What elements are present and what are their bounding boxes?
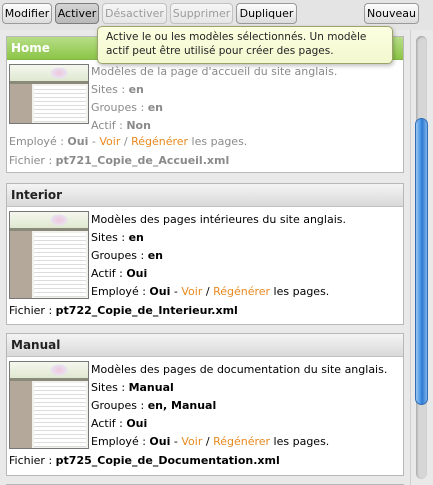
separator: - bbox=[91, 135, 96, 148]
groups-label: Groupes : bbox=[91, 399, 145, 412]
modify-button[interactable]: Modifier bbox=[2, 3, 52, 24]
file-label: Fichier : bbox=[9, 154, 53, 167]
pages-suffix: les pages. bbox=[191, 135, 248, 148]
separator: / bbox=[123, 135, 128, 148]
scrollbar-thumb[interactable] bbox=[415, 118, 428, 405]
template-list[interactable]: Home Modèles de la page d'accueil du sit… bbox=[0, 30, 410, 485]
groups-value: en bbox=[147, 101, 163, 114]
template-description: Modèles de la page d'accueil du site ang… bbox=[91, 65, 338, 78]
separator: / bbox=[205, 285, 210, 298]
duplicate-button[interactable]: Dupliquer bbox=[236, 3, 297, 24]
sites-value: en bbox=[128, 231, 144, 244]
active-value: Oui bbox=[126, 417, 148, 430]
file-value: pt725_Copie_de_Documentation.xml bbox=[55, 454, 280, 467]
view-link[interactable]: Voir bbox=[181, 285, 202, 298]
delete-button[interactable]: Supprimer bbox=[170, 3, 233, 24]
file-line: Fichier : pt722_Copie_de_Interieur.xml bbox=[9, 304, 238, 317]
active-value: Oui bbox=[126, 267, 148, 280]
pages-suffix: les pages. bbox=[273, 435, 330, 448]
template-thumbnail bbox=[9, 211, 89, 299]
separator: / bbox=[205, 435, 210, 448]
vertical-scrollbar[interactable] bbox=[410, 30, 433, 485]
employed-label: Employé : bbox=[91, 285, 146, 298]
sites-label: Sites : bbox=[91, 83, 126, 96]
employed-value: Oui bbox=[149, 285, 171, 298]
file-line: Fichier : pt721_Copie_de_Accueil.xml bbox=[9, 154, 229, 167]
template-title: Manual bbox=[7, 334, 403, 357]
activate-button[interactable]: Activer bbox=[55, 3, 99, 24]
new-button[interactable]: Nouveau bbox=[364, 3, 419, 24]
separator: - bbox=[173, 435, 178, 448]
template-card-manual[interactable]: Manual Modèles des pages de documentatio… bbox=[6, 333, 404, 476]
active-label: Actif : bbox=[91, 417, 123, 430]
active-label: Actif : bbox=[91, 267, 123, 280]
view-link[interactable]: Voir bbox=[99, 135, 120, 148]
regenerate-link[interactable]: Régénérer bbox=[213, 435, 270, 448]
template-description: Modèles des pages intérieures du site an… bbox=[91, 213, 346, 226]
employed-line: Employé : Oui - Voir / Régénérer les pag… bbox=[9, 135, 247, 148]
template-details: Modèles des pages de documentation du si… bbox=[91, 361, 387, 451]
regenerate-link[interactable]: Régénérer bbox=[131, 135, 188, 148]
groups-value: en bbox=[147, 249, 163, 262]
template-card-interior[interactable]: Interior Modèles des pages intérieures d… bbox=[6, 183, 404, 325]
sites-value: Manual bbox=[128, 381, 174, 394]
employed-value: Oui bbox=[67, 135, 89, 148]
sites-label: Sites : bbox=[91, 381, 126, 394]
employed-label: Employé : bbox=[9, 135, 64, 148]
groups-label: Groupes : bbox=[91, 101, 145, 114]
file-value: pt722_Copie_de_Interieur.xml bbox=[55, 304, 238, 317]
file-line: Fichier : pt725_Copie_de_Documentation.x… bbox=[9, 454, 280, 467]
sites-value: en bbox=[128, 83, 144, 96]
sites-label: Sites : bbox=[91, 231, 126, 244]
employed-value: Oui bbox=[149, 435, 171, 448]
regenerate-link[interactable]: Régénérer bbox=[213, 285, 270, 298]
file-label: Fichier : bbox=[9, 304, 53, 317]
template-thumbnail bbox=[9, 64, 89, 124]
template-thumbnail bbox=[9, 361, 89, 449]
activate-tooltip: Active le ou les modèles sélectionnés. U… bbox=[97, 26, 393, 64]
separator: - bbox=[173, 285, 178, 298]
groups-label: Groupes : bbox=[91, 249, 145, 262]
file-value: pt721_Copie_de_Accueil.xml bbox=[55, 154, 230, 167]
template-details: Modèles des pages intérieures du site an… bbox=[91, 211, 346, 301]
file-label: Fichier : bbox=[9, 454, 53, 467]
view-link[interactable]: Voir bbox=[181, 435, 202, 448]
active-label: Actif : bbox=[91, 119, 123, 132]
employed-label: Employé : bbox=[91, 435, 146, 448]
deactivate-button[interactable]: Désactiver bbox=[102, 3, 167, 24]
template-description: Modèles des pages de documentation du si… bbox=[91, 363, 388, 376]
active-value: Non bbox=[126, 119, 151, 132]
template-details: Modèles de la page d'accueil du site ang… bbox=[91, 63, 337, 135]
pages-suffix: les pages. bbox=[273, 285, 330, 298]
groups-value: en, Manual bbox=[147, 399, 217, 412]
template-title: Interior bbox=[7, 184, 403, 207]
